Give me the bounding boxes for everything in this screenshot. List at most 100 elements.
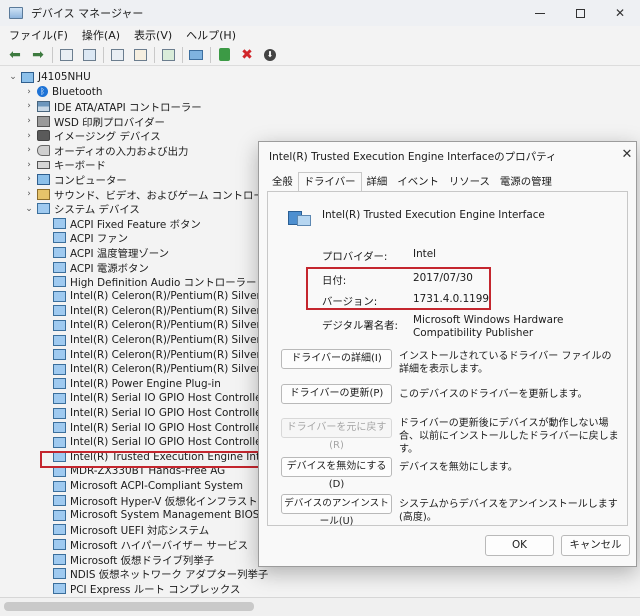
help-button[interactable] <box>80 46 98 64</box>
device-icon <box>37 100 50 112</box>
tree-item-label: J4105NHU <box>38 71 91 84</box>
tab-power-management[interactable]: 電源の管理 <box>495 174 557 191</box>
tree-item-system-device[interactable]: Microsoft UEFI 対応システム <box>53 523 209 537</box>
tree-item-system-device[interactable]: ACPI ファン <box>53 231 128 245</box>
tree-item-label: ACPI 温度管理ゾーン <box>70 247 170 260</box>
rollback-driver-button[interactable]: ドライバーを元に戻す(R) <box>281 418 392 451</box>
signer-value: Microsoft Windows Hardware Compatibility… <box>413 314 564 339</box>
close-icon: ✕ <box>621 146 633 162</box>
device-icon <box>53 553 66 565</box>
tree-item-system-device[interactable]: High Definition Audio コントローラー <box>53 274 256 289</box>
device-icon <box>53 392 66 404</box>
help-icon <box>82 48 96 61</box>
enable-button[interactable]: ⬇ <box>261 46 279 64</box>
tree-item-system-device[interactable]: PCI Express ルート コンプレックス <box>53 581 240 596</box>
tree-item-system-device[interactable]: ACPI 温度管理ゾーン <box>53 245 169 260</box>
tree-item-system-device[interactable]: Intel(R) Power Engine Plug-in <box>53 377 221 392</box>
tab-events[interactable]: イベント <box>392 174 444 191</box>
show-hidden-button[interactable] <box>108 46 126 64</box>
tree-category[interactable]: › WSD 印刷プロバイダー <box>24 114 165 129</box>
uninstall-device-button[interactable]: デバイスのアンインストール(U) <box>281 494 392 527</box>
device-icon <box>53 568 66 580</box>
device-icon <box>37 160 50 169</box>
tree-category[interactable]: › オーディオの入力および出力 <box>24 143 188 158</box>
device-icon <box>37 115 50 127</box>
bluetooth-icon: ᛒ <box>37 86 48 98</box>
tree-category[interactable]: › IDE ATA/ATAPI コントローラー <box>24 99 202 114</box>
chevron-right-icon[interactable]: › <box>24 174 34 184</box>
tree-category[interactable]: › キーボード <box>24 158 106 173</box>
chevron-right-icon[interactable]: › <box>24 145 34 155</box>
tab-resources[interactable]: リソース <box>444 174 495 191</box>
download-icon: ⬇ <box>264 48 276 61</box>
uninstall-button[interactable]: ✖ <box>238 46 256 64</box>
tab-driver[interactable]: ドライバー <box>297 172 362 191</box>
tree-item-label: High Definition Audio コントローラー <box>70 277 257 290</box>
scan-hardware-button[interactable] <box>187 46 205 64</box>
tree-item-system-device[interactable]: Microsoft ハイパーバイザー サービス <box>53 537 248 552</box>
menu-file[interactable]: ファイル(F) <box>0 27 75 43</box>
device-icon <box>53 407 66 419</box>
disable-device-button[interactable]: デバイスを無効にする(D) <box>281 457 392 490</box>
maximize-button[interactable] <box>560 0 600 26</box>
minimize-button[interactable] <box>520 0 560 26</box>
tree-item-label: NDIS 仮想ネットワーク アダプター列挙子 <box>70 569 269 582</box>
menu-help[interactable]: ヘルプ(H) <box>179 27 243 43</box>
menu-view[interactable]: 表示(V) <box>127 27 179 43</box>
maximize-icon <box>575 8 585 18</box>
tree-category[interactable]: ⌄ システム デバイス <box>24 201 140 216</box>
device-icon <box>53 261 66 273</box>
tree-item-label: サウンド、ビデオ、およびゲーム コントローラー <box>54 189 285 202</box>
chevron-right-icon[interactable]: › <box>24 87 34 97</box>
tree-item-label: Bluetooth <box>52 85 103 98</box>
rollback-driver-desc: ドライバーの更新後にデバイスが動作しない場合、以前にインストールしたドライバーに… <box>399 418 619 455</box>
uninstall-device-desc: システムからデバイスをアンインストールします (高度)。 <box>399 499 618 523</box>
tree-category[interactable]: › ᛒ Bluetooth <box>24 85 102 100</box>
tree-item-system-device[interactable]: NDIS 仮想ネットワーク アダプター列挙子 <box>53 566 268 581</box>
provider-label: プロバイダー: <box>322 251 388 263</box>
tab-details[interactable]: 詳細 <box>362 174 393 191</box>
device-icon <box>53 246 66 258</box>
menu-action[interactable]: 操作(A) <box>75 27 127 43</box>
tree-item-label: ACPI Fixed Feature ボタン <box>70 218 201 231</box>
horizontal-scrollbar[interactable] <box>4 602 254 611</box>
back-arrow-icon: ⬅ <box>9 46 21 63</box>
tree-category[interactable]: › サウンド、ビデオ、およびゲーム コントローラー <box>24 187 285 202</box>
forward-button[interactable]: ➡ <box>29 46 47 64</box>
chevron-down-icon[interactable]: ⌄ <box>8 72 18 82</box>
chevron-right-icon[interactable]: › <box>24 131 34 141</box>
close-icon: ✕ <box>614 6 626 20</box>
driver-details-button[interactable]: ドライバーの詳細(I) <box>281 349 392 369</box>
show-hidden-icon <box>110 48 124 61</box>
update-driver-button[interactable] <box>215 46 233 64</box>
chevron-right-icon[interactable]: › <box>24 160 34 170</box>
device-icon <box>37 173 50 185</box>
tree-item-system-device[interactable]: ACPI Fixed Feature ボタン <box>53 216 201 231</box>
chevron-right-icon[interactable]: › <box>24 101 34 111</box>
provider-value: Intel <box>413 248 437 260</box>
chevron-down-icon[interactable]: ⌄ <box>24 204 34 214</box>
properties-button[interactable] <box>57 46 75 64</box>
tree-item-system-device[interactable]: Microsoft 仮想ドライブ列挙子 <box>53 552 214 567</box>
chevron-right-icon[interactable]: › <box>24 189 34 199</box>
refresh-button[interactable] <box>159 46 177 64</box>
tree-category[interactable]: › コンピューター <box>24 172 127 187</box>
device-icon <box>53 305 66 317</box>
toolbar: ⬅ ➡ ✖ ⬇ <box>0 44 640 66</box>
tree-item-system-device[interactable]: ACPI 電源ボタン <box>53 260 149 275</box>
tree-category[interactable]: › イメージング デバイス <box>24 128 161 143</box>
update-driver-button[interactable]: ドライバーの更新(P) <box>281 384 392 404</box>
tree-root-computer[interactable]: ⌄ J4105NHU <box>8 70 91 85</box>
device-icon <box>53 378 66 390</box>
cancel-button[interactable]: キャンセル <box>561 535 630 556</box>
menu-bar: ファイル(F) 操作(A) 表示(V) ヘルプ(H) <box>0 26 640 44</box>
ok-button[interactable]: OK <box>485 535 554 556</box>
close-button[interactable]: ✕ <box>600 0 640 26</box>
dialog-close-button[interactable]: ✕ <box>617 144 637 164</box>
chevron-right-icon[interactable]: › <box>24 116 34 126</box>
view-button[interactable] <box>131 46 149 64</box>
tree-item-system-device[interactable]: Microsoft ACPI-Compliant System <box>53 479 243 494</box>
tab-general[interactable]: 全般 <box>267 174 298 191</box>
device-icon <box>53 582 66 594</box>
back-button[interactable]: ⬅ <box>6 46 24 64</box>
